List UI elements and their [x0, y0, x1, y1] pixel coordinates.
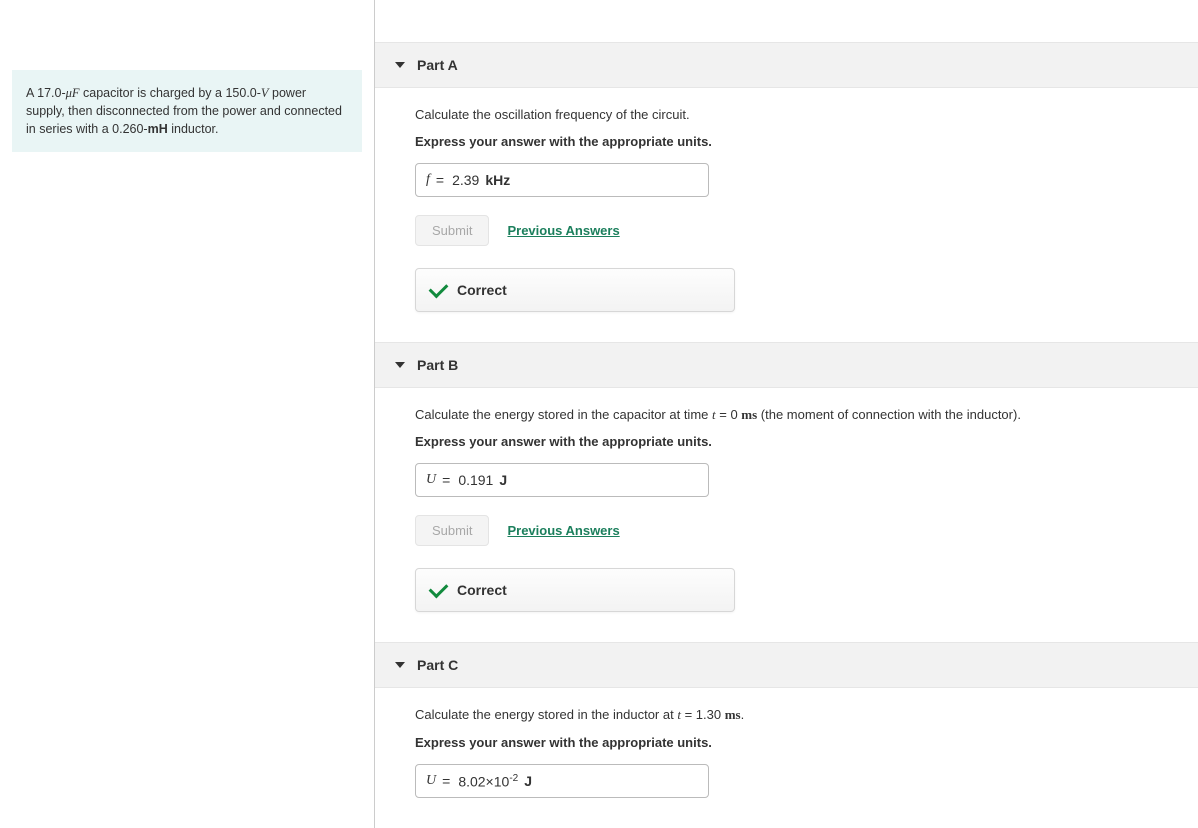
answer-variable: U — [426, 773, 436, 789]
part-a: Part A Calculate the oscillation frequenc… — [375, 42, 1198, 312]
equals-sign: = — [442, 773, 450, 789]
chevron-down-icon — [395, 662, 405, 668]
instruction-text: Express your answer with the appropriate… — [415, 434, 1178, 449]
answer-value: 0.191 — [458, 472, 493, 488]
part-c: Part C Calculate the energy stored in the… — [375, 642, 1198, 798]
part-b: Part B Calculate the energy stored in the… — [375, 342, 1198, 612]
chevron-down-icon — [395, 362, 405, 368]
answer-variable: U — [426, 472, 436, 488]
answer-box[interactable]: f = 2.39 kHz — [415, 163, 709, 197]
answer-unit: J — [499, 472, 507, 488]
chevron-down-icon — [395, 62, 405, 68]
answer-value: 2.39 — [452, 172, 479, 188]
part-body: Calculate the energy stored in the induc… — [375, 688, 1198, 798]
equals-sign: = — [442, 472, 450, 488]
answer-box[interactable]: U = 0.191 J — [415, 463, 709, 497]
part-title: Part B — [417, 357, 458, 373]
answer-box[interactable]: U = 8.02×10-2 J — [415, 764, 709, 799]
feedback-text: Correct — [457, 582, 507, 598]
parts-container: Part A Calculate the oscillation frequenc… — [375, 0, 1198, 828]
instruction-text: Express your answer with the appropriate… — [415, 735, 1178, 750]
part-body: Calculate the oscillation frequency of t… — [375, 88, 1198, 312]
answer-unit: kHz — [485, 172, 510, 188]
feedback-box: Correct — [415, 268, 735, 312]
problem-statement: A 17.0-μF capacitor is charged by a 150.… — [12, 70, 362, 152]
part-prompt: Calculate the energy stored in the induc… — [415, 706, 1178, 724]
equals-sign: = — [436, 172, 444, 188]
submit-button[interactable]: Submit — [415, 215, 489, 246]
check-icon — [429, 578, 449, 598]
part-header[interactable]: Part A — [375, 42, 1198, 88]
part-header[interactable]: Part C — [375, 642, 1198, 688]
feedback-text: Correct — [457, 282, 507, 298]
answer-unit: J — [524, 773, 532, 789]
answer-value: 8.02×10-2 — [458, 773, 518, 790]
submit-button[interactable]: Submit — [415, 515, 489, 546]
part-title: Part C — [417, 657, 458, 673]
part-prompt: Calculate the energy stored in the capac… — [415, 406, 1178, 424]
part-prompt: Calculate the oscillation frequency of t… — [415, 106, 1178, 124]
previous-answers-link[interactable]: Previous Answers — [507, 523, 619, 538]
part-title: Part A — [417, 57, 458, 73]
answer-variable: f — [426, 172, 430, 188]
feedback-box: Correct — [415, 568, 735, 612]
part-header[interactable]: Part B — [375, 342, 1198, 388]
part-body: Calculate the energy stored in the capac… — [375, 388, 1198, 612]
instruction-text: Express your answer with the appropriate… — [415, 134, 1178, 149]
problem-statement-panel: A 17.0-μF capacitor is charged by a 150.… — [0, 0, 375, 828]
check-icon — [429, 278, 449, 298]
previous-answers-link[interactable]: Previous Answers — [507, 223, 619, 238]
